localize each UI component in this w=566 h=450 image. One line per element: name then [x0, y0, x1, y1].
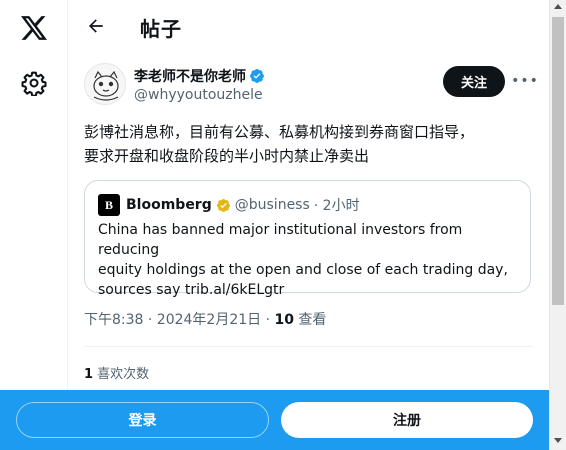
quoted-post-time: · 2小时 — [313, 198, 360, 214]
scrollbar[interactable] — [549, 0, 566, 450]
avatar[interactable] — [84, 63, 126, 105]
follow-button[interactable]: 关注 — [443, 66, 505, 97]
author-name[interactable]: 李老师不是你老师 — [134, 66, 265, 86]
page-title: 帖子 — [140, 17, 182, 41]
post-timestamp[interactable]: 下午8:38 · 2024年2月21日 · — [84, 312, 275, 328]
scrollbar-thumb[interactable] — [552, 17, 564, 305]
back-button[interactable] — [82, 12, 110, 40]
left-rail — [0, 0, 68, 450]
gear-icon[interactable] — [21, 70, 47, 97]
views-count: 10 — [274, 312, 294, 328]
quoted-post-header: B Bloomberg @business · 2小时 — [98, 194, 360, 216]
gold-verified-badge-icon — [216, 198, 230, 212]
quoted-author-name: Bloomberg — [126, 197, 212, 213]
quoted-post[interactable]: B Bloomberg @business · 2小时 China has ba… — [84, 180, 531, 298]
login-button[interactable]: 登录 — [16, 402, 269, 438]
arrow-left-icon — [89, 19, 103, 33]
x-logo-icon[interactable] — [20, 14, 48, 42]
post-author: 李老师不是你老师 @whyyoutouzhele 关注 ••• — [84, 63, 549, 107]
author-name-text: 李老师不是你老师 — [134, 69, 246, 85]
likes-stat[interactable]: 1 喜欢次数 — [84, 363, 149, 382]
page-header: 帖子 — [68, 0, 549, 53]
signup-banner: 登录 注册 — [0, 390, 549, 450]
post-text-line: 彭博社消息称，目前有公募、私募机构接到券商窗口指导， — [84, 123, 475, 141]
quoted-text-line: sources say trib.al/6kELgtr — [98, 282, 285, 298]
signup-button[interactable]: 注册 — [281, 402, 533, 438]
quoted-author-handle: @business — [234, 197, 310, 213]
bloomberg-logo-icon: B — [98, 194, 120, 216]
views-label: 查看 — [293, 312, 327, 328]
likes-label: 喜欢次数 — [93, 367, 150, 382]
quoted-post-text: China has banned major institutional inv… — [98, 220, 523, 300]
quoted-text-line: equity holdings at the open and close of… — [98, 262, 508, 278]
post-text-line: 要求开盘和收盘阶段的半小时内禁止净卖出 — [84, 147, 370, 165]
author-handle[interactable]: @whyyoutouzhele — [134, 87, 263, 103]
likes-count: 1 — [84, 367, 94, 382]
scroll-down-arrow-icon[interactable] — [554, 438, 562, 443]
post-text: 彭博社消息称，目前有公募、私募机构接到券商窗口指导， 要求开盘和收盘阶段的半小时… — [84, 120, 534, 168]
quoted-text-line: China has banned major institutional inv… — [98, 222, 463, 258]
more-icon[interactable]: ••• — [511, 69, 538, 93]
main-column: 帖子 李老师不是你老师 @whyyoutouzhele 关注 ••• 彭博社消息… — [68, 0, 549, 450]
verified-badge-icon — [250, 69, 264, 83]
scroll-up-arrow-icon[interactable] — [554, 4, 562, 9]
post-meta: 下午8:38 · 2024年2月21日 · 10 查看 — [84, 309, 326, 329]
divider — [84, 346, 533, 347]
